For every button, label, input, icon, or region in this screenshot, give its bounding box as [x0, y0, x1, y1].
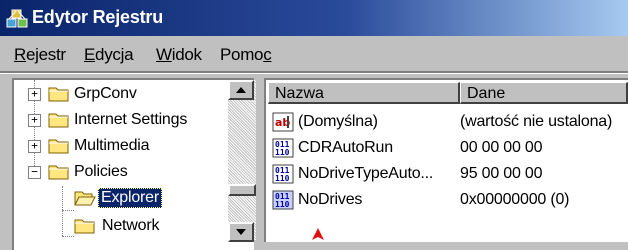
folder-icon	[48, 87, 69, 102]
svg-text:110: 110	[275, 174, 290, 183]
open-folder-icon	[74, 191, 96, 206]
value-row[interactable]: 011 110 CDRAutoRun 00 00 00 00	[266, 136, 628, 162]
folder-icon	[48, 113, 69, 128]
binary-value-icon: 011 110	[272, 138, 294, 158]
scroll-down-button[interactable]	[228, 222, 254, 242]
string-value-icon: ab	[272, 112, 294, 132]
value-row[interactable]: 011 110 NoDrives 0x00000000 (0)	[266, 188, 628, 214]
tree-item-network[interactable]: Network	[14, 212, 240, 238]
pane-splitter[interactable]	[256, 78, 264, 240]
tree-item-label: GrpConv	[74, 85, 137, 102]
tree-item-label: Internet Settings	[74, 111, 188, 128]
column-header-name[interactable]: Nazwa	[268, 82, 460, 104]
menu-separator	[0, 71, 628, 74]
arrow-up-icon	[236, 87, 246, 93]
expand-icon[interactable]: +	[28, 114, 41, 127]
column-header-data[interactable]: Dane	[460, 82, 628, 104]
tree-item-explorer[interactable]: Explorer	[14, 186, 240, 212]
menu-pomoc[interactable]: Pomoc	[220, 45, 272, 65]
registry-editor-icon	[6, 9, 28, 28]
binary-value-icon: 011 110	[272, 164, 294, 184]
expand-icon[interactable]: +	[28, 140, 41, 153]
value-data: 0x00000000 (0)	[460, 191, 570, 208]
scrollbar-thumb[interactable]	[228, 184, 256, 196]
folder-icon	[48, 139, 69, 154]
tree-item-internet-settings[interactable]: + Internet Settings	[14, 108, 240, 134]
value-data: 00 00 00 00	[460, 139, 543, 156]
key-tree-pane[interactable]: + GrpConv + Internet Settings + Multimed…	[12, 78, 254, 250]
tree-item-multimedia[interactable]: + Multimedia	[14, 134, 240, 160]
folder-icon	[74, 219, 95, 234]
menu-widok[interactable]: Widok	[156, 45, 202, 65]
tree-item-label-selected: Explorer	[98, 188, 162, 208]
value-name: NoDrives	[298, 191, 363, 208]
value-name: (Domyślna)	[298, 113, 378, 130]
menu-rejestr[interactable]: Rejestr	[14, 45, 66, 65]
title-bar: Edytor Rejestru	[0, 0, 628, 36]
tree-scrollbar[interactable]	[228, 80, 256, 240]
expand-icon[interactable]: +	[28, 88, 41, 101]
folder-icon	[48, 165, 69, 180]
value-data: 95 00 00 00	[460, 165, 543, 182]
dword-value-icon: 011 110	[272, 190, 294, 210]
svg-text:110: 110	[275, 200, 290, 209]
scroll-up-button[interactable]	[228, 80, 254, 100]
tree-item-label: Policies	[74, 163, 128, 180]
value-name: NoDriveTypeAuto...	[298, 165, 434, 182]
menu-bar: Rejestr Edycja Widok Pomoc	[0, 36, 628, 72]
window-title: Edytor Rejestru	[32, 7, 164, 27]
svg-text:110: 110	[275, 148, 290, 157]
value-row[interactable]: 011 110 NoDriveTypeAuto... 95 00 00 00	[266, 162, 628, 188]
tree-item-grpconv[interactable]: + GrpConv	[14, 82, 240, 108]
tree-item-policies[interactable]: − Policies	[14, 160, 240, 186]
value-data: (wartość nie ustalona)	[460, 113, 613, 130]
collapse-icon[interactable]: −	[28, 166, 41, 179]
tree-item-label: Network	[102, 217, 160, 234]
value-name: CDRAutoRun	[298, 139, 393, 156]
values-list-pane[interactable]: Nazwa Dane ab (Domyślna) (wartość nie us…	[264, 78, 628, 242]
tree-item-label: Multimedia	[74, 137, 150, 154]
value-row[interactable]: ab (Domyślna) (wartość nie ustalona)	[266, 110, 628, 136]
menu-edycja[interactable]: Edycja	[84, 45, 134, 65]
arrow-down-icon	[236, 229, 246, 235]
